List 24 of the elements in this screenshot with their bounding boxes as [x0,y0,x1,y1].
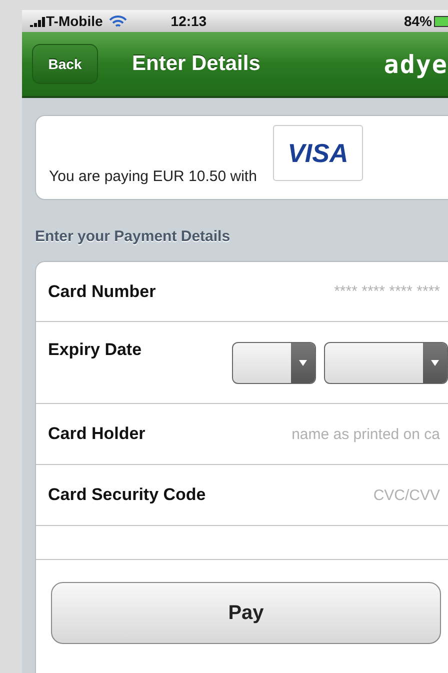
field-label: Card Security Code [48,485,206,505]
input-field[interactable]: **** **** **** **** [156,283,448,300]
battery-percent: 84% [404,13,432,29]
clock-time: 12:13 [170,13,207,29]
screen-title: Enter Details [132,52,260,76]
field-label: Expiry Date [48,340,142,360]
caret-icon [431,360,439,366]
back-button[interactable]: Back [32,44,98,84]
field-label: Card Number [48,282,156,302]
brand-logo: adye [384,50,448,78]
input-field[interactable]: CVC/CVV [206,486,448,504]
field-label: Card Holder [48,424,146,444]
carrier-name: T-Mobile [46,13,103,29]
dropdown[interactable] [232,342,316,384]
caret-icon [299,360,307,366]
signal-icon [28,15,46,27]
pay-button[interactable]: Pay [51,582,441,644]
dropdown[interactable] [324,342,448,384]
input-field[interactable]: name as printed on ca [145,426,448,442]
payment-amount-text: You are paying EUR 10.50 with [49,168,257,185]
card-brand-logo: VISA [272,125,363,181]
battery-icon [434,16,448,26]
wifi-icon [108,14,127,28]
section-title: Enter your Payment Details [35,228,232,245]
